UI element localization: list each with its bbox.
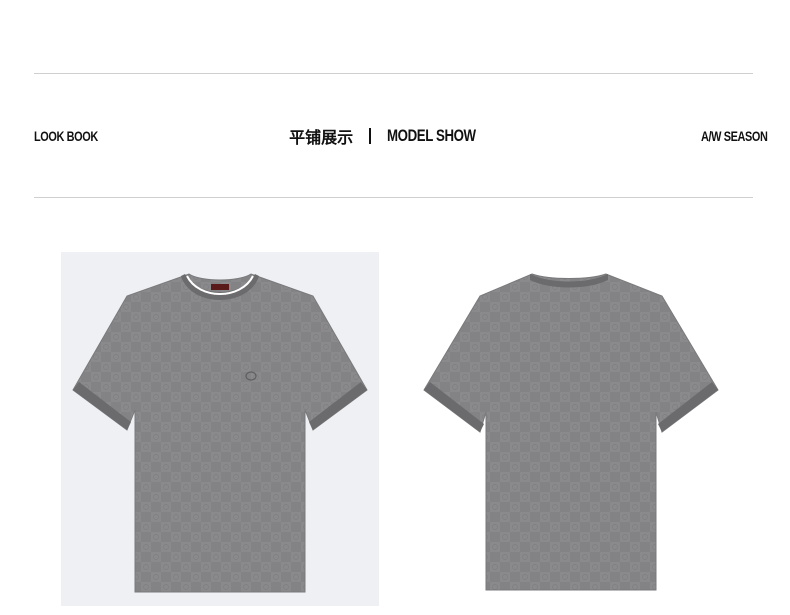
title-separator	[369, 128, 372, 144]
title-chinese: 平铺展示	[289, 128, 354, 147]
tshirt-front-image	[72, 273, 368, 593]
tshirt-back-photo	[410, 252, 728, 606]
title-english: MODEL SHOW	[387, 126, 476, 145]
top-divider	[34, 73, 753, 74]
section-title: 平铺展示 MODEL SHOW	[0, 124, 790, 148]
tshirt-back-image	[423, 273, 719, 591]
tshirt-front-photo	[61, 252, 379, 606]
season-label: A/W SEASON	[701, 128, 768, 144]
bottom-divider	[34, 197, 753, 198]
